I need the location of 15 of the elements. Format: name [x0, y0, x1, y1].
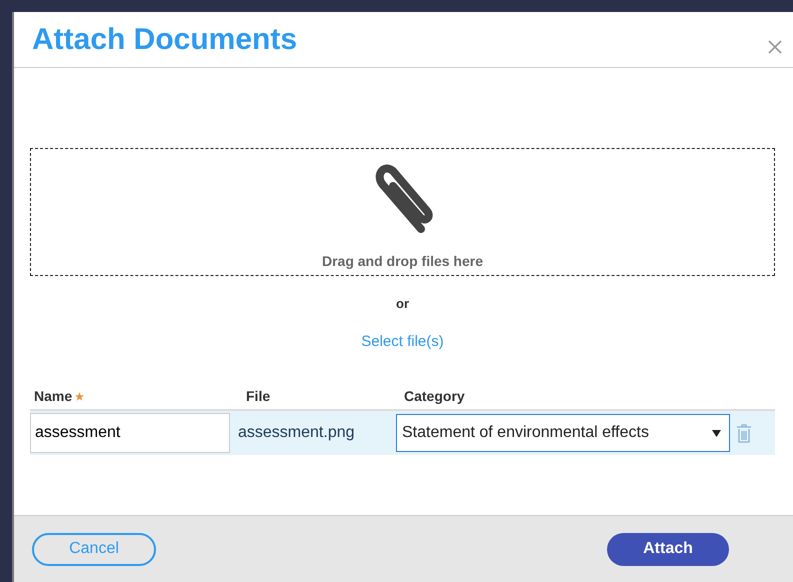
column-header: Category — [404, 388, 465, 404]
dialog-title: Attach Documents — [32, 22, 298, 56]
required-star-icon — [75, 392, 84, 400]
name-input[interactable]: assessment — [30, 413, 230, 453]
file-name: assessment.png — [238, 424, 356, 442]
column-header: File — [246, 388, 270, 404]
close-icon[interactable] — [767, 38, 783, 54]
trash-icon[interactable] — [736, 424, 752, 442]
or-separator: or — [395, 296, 410, 311]
drop-zone[interactable]: Drag and drop files here — [30, 148, 775, 276]
attach-button[interactable]: Attach — [607, 532, 729, 566]
category-select[interactable]: Statement of environmental effects — [396, 414, 730, 452]
dropdown-arrow-icon — [712, 430, 721, 436]
column-header: Name — [34, 388, 72, 404]
drop-hint: Drag and drop files here — [322, 253, 484, 269]
